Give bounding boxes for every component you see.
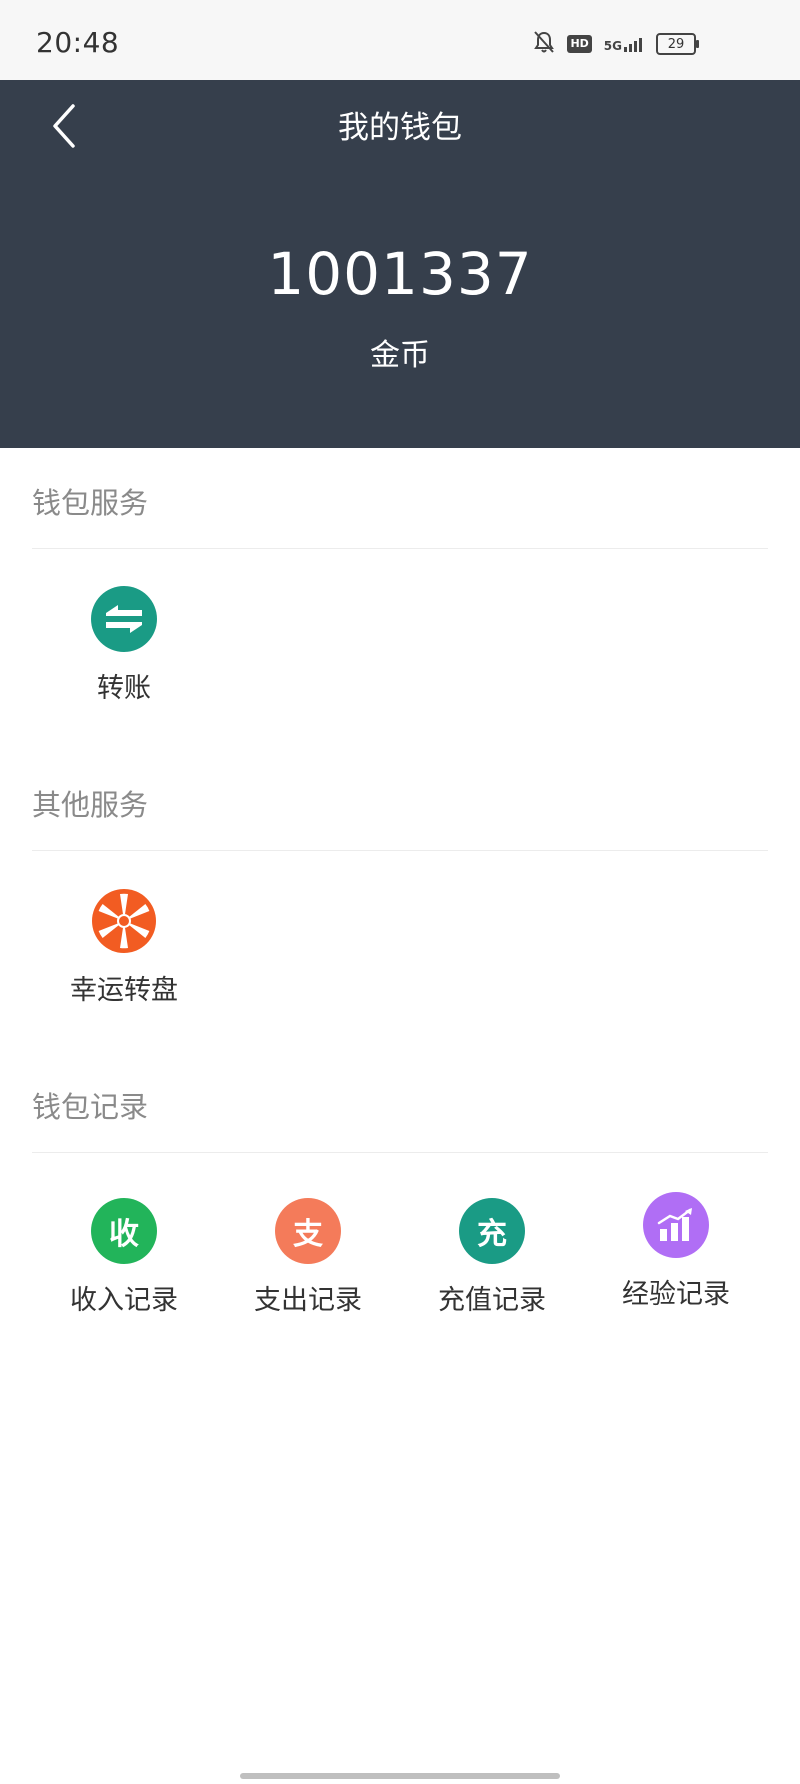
network-type: 5G bbox=[603, 39, 622, 53]
expense-records-button[interactable]: 支 支出记录 bbox=[216, 1198, 400, 1317]
lucky-wheel-icon bbox=[91, 888, 157, 954]
recharge-records-button[interactable]: 充 充值记录 bbox=[400, 1198, 584, 1317]
status-bar: 20:48 HD 5G 29 bbox=[0, 0, 800, 80]
section-title-wallet-records: 钱包记录 bbox=[32, 1090, 149, 1124]
experience-chart-icon bbox=[643, 1192, 709, 1258]
recharge-records-label: 充值记录 bbox=[438, 1285, 546, 1316]
status-time: 20:48 bbox=[36, 26, 120, 59]
transfer-icon bbox=[91, 586, 157, 652]
income-records-button[interactable]: 收 收入记录 bbox=[32, 1198, 216, 1317]
hd-badge: HD bbox=[567, 35, 592, 53]
lucky-wheel-button[interactable]: 幸运转盘 bbox=[32, 888, 216, 1007]
experience-records-label: 经验记录 bbox=[622, 1279, 730, 1310]
expense-records-label: 支出记录 bbox=[254, 1285, 362, 1316]
status-icons: HD 5G 29 bbox=[533, 30, 699, 58]
divider bbox=[32, 548, 768, 549]
recharge-icon: 充 bbox=[459, 1198, 525, 1264]
divider bbox=[32, 850, 768, 851]
transfer-label: 转账 bbox=[97, 673, 151, 704]
coin-unit-label: 金币 bbox=[370, 338, 430, 373]
coin-balance: 1001337 bbox=[267, 240, 533, 308]
battery-level: 29 bbox=[667, 36, 685, 52]
transfer-button[interactable]: 转账 bbox=[32, 586, 216, 705]
section-title-wallet-services: 钱包服务 bbox=[32, 486, 149, 520]
section-title-other-services: 其他服务 bbox=[32, 788, 149, 822]
page-title: 我的钱包 bbox=[338, 110, 462, 146]
lucky-wheel-label: 幸运转盘 bbox=[70, 975, 178, 1006]
battery-icon: 29 bbox=[656, 33, 699, 55]
experience-records-button[interactable]: 经验记录 bbox=[584, 1192, 768, 1311]
income-records-label: 收入记录 bbox=[70, 1285, 178, 1316]
home-indicator[interactable] bbox=[240, 1773, 560, 1779]
notifications-muted-icon bbox=[533, 30, 555, 58]
expense-icon: 支 bbox=[275, 1198, 341, 1264]
wallet-header: 我的钱包 1001337 金币 bbox=[0, 80, 800, 448]
income-icon: 收 bbox=[91, 1198, 157, 1264]
signal-icon: 5G bbox=[604, 36, 644, 52]
divider bbox=[32, 1152, 768, 1153]
